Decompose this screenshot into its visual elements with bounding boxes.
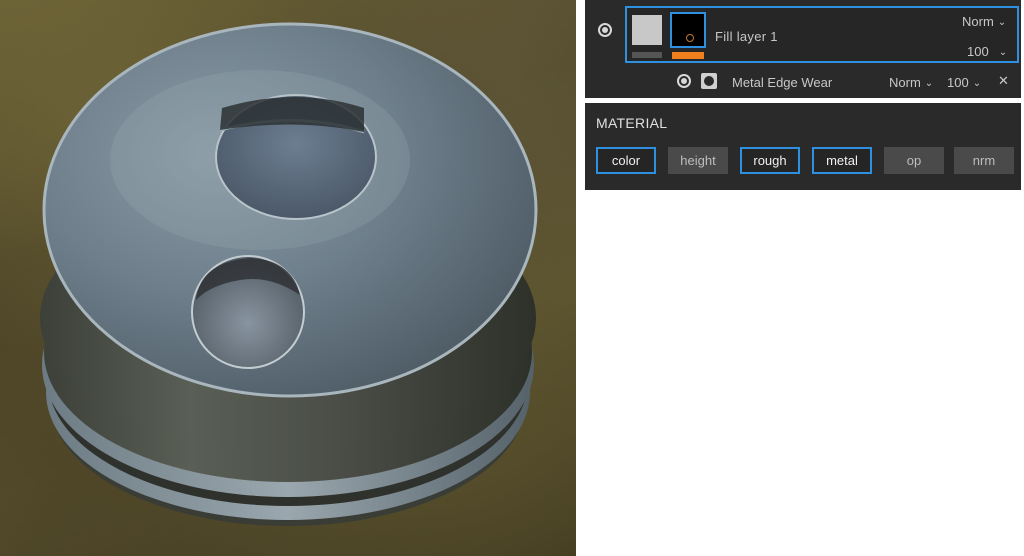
generator-icon: [701, 73, 717, 89]
effect-opacity-value: 100: [947, 75, 969, 90]
layer-stack-panel: Fill layer 1 Norm ⌄ 100 ⌄ Metal Edge Wear …: [585, 0, 1021, 98]
fill-layer-blend-value: Norm: [962, 14, 994, 29]
material-panel: MATERIAL color height rough metal op nrm: [585, 103, 1021, 190]
fill-layer-visibility-toggle[interactable]: [598, 23, 612, 37]
fill-layer-color-bar: [632, 52, 662, 58]
channel-height-button[interactable]: height: [668, 147, 728, 174]
effect-visibility-toggle[interactable]: [677, 74, 691, 88]
material-title: MATERIAL: [596, 115, 668, 131]
metal-disc-render: [40, 22, 538, 526]
mask-effect-icon: [686, 34, 694, 42]
mask-indicator-bar: [672, 52, 704, 59]
fill-layer-name[interactable]: Fill layer 1: [715, 29, 778, 44]
fill-layer-blend-dropdown[interactable]: Norm ⌄: [962, 14, 1006, 29]
channel-color-button[interactable]: color: [596, 147, 656, 174]
channel-height-label: height: [680, 153, 716, 168]
fill-layer-row[interactable]: Fill layer 1 Norm ⌄ 100 ⌄: [625, 6, 1019, 63]
fill-layer-opacity-value: 100: [967, 44, 989, 59]
close-icon[interactable]: ✕: [998, 73, 1009, 89]
3d-viewport[interactable]: [0, 0, 576, 556]
channel-rough-label: rough: [753, 153, 787, 168]
effect-blend-dropdown[interactable]: Norm ⌄: [889, 75, 933, 90]
fill-layer-color-thumbnail[interactable]: [632, 15, 662, 45]
channel-op-button[interactable]: op: [884, 147, 944, 174]
fill-layer-opacity-dropdown[interactable]: 100 ⌄: [967, 44, 1007, 59]
effect-name[interactable]: Metal Edge Wear: [732, 75, 832, 90]
channel-metal-button[interactable]: metal: [812, 147, 872, 174]
channel-metal-label: metal: [826, 153, 858, 168]
chevron-down-icon: ⌄: [997, 17, 1007, 28]
effect-blend-value: Norm: [889, 75, 921, 90]
effect-opacity-dropdown[interactable]: 100 ⌄: [947, 75, 981, 90]
chevron-down-icon: ⌄: [924, 78, 934, 89]
channel-color-label: color: [611, 153, 641, 168]
channel-rough-button[interactable]: rough: [740, 147, 800, 174]
channel-nrm-button[interactable]: nrm: [954, 147, 1014, 174]
chevron-down-icon: ⌄: [998, 47, 1008, 58]
channel-op-label: op: [906, 153, 922, 168]
chevron-down-icon: ⌄: [972, 78, 982, 89]
fill-layer-mask-thumbnail[interactable]: [670, 12, 706, 48]
channel-nrm-label: nrm: [972, 153, 996, 168]
